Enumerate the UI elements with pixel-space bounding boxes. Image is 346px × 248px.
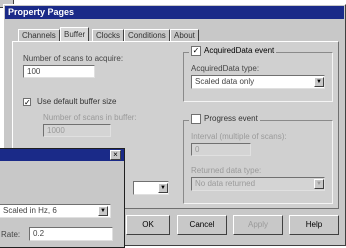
progress-interval-input[interactable]: 0: [191, 143, 251, 156]
progress-type-label: Returned data type:: [191, 166, 262, 175]
tab-label: Buffer: [64, 30, 86, 39]
tab-label: About: [174, 31, 195, 40]
acquired-data-type-label: AcquiredData type:: [191, 64, 260, 73]
acquired-data-group-title: ✓ AcquiredData event: [189, 46, 277, 57]
chevron-down-icon[interactable]: ▼: [314, 77, 324, 87]
tab-buffer[interactable]: Buffer: [60, 27, 90, 42]
scans-in-buffer-label: Number of scans in buffer:: [43, 113, 137, 122]
overlay-rate-label: Rate:: [1, 230, 21, 239]
apply-button[interactable]: Apply: [233, 215, 283, 235]
help-button[interactable]: Help: [289, 215, 339, 235]
overlay-select[interactable]: Scaled in Hz, 6: [0, 204, 111, 218]
tab-label: Clocks: [96, 31, 121, 40]
overlay-select-value: Scaled in Hz, 6: [3, 206, 57, 215]
default-buffer-label: Use default buffer size: [37, 97, 117, 106]
overlay-dialog: × Scaled in Hz, 6 ▼ Rate: 0.2: [0, 148, 125, 248]
scans-label: Number of scans to acquire:: [23, 54, 124, 63]
tab-label: Conditions: [128, 31, 166, 40]
close-icon[interactable]: ×: [110, 150, 121, 160]
chevron-down-icon[interactable]: ▼: [158, 183, 168, 193]
scans-in-buffer-input[interactable]: 1000: [43, 124, 111, 137]
progress-title: Progress event: [204, 114, 258, 124]
acquired-data-checkbox[interactable]: ✓: [191, 46, 201, 56]
acquired-data-type-value: Scaled data only: [195, 77, 255, 86]
scans-to-acquire-input[interactable]: 100: [23, 65, 95, 78]
window-titlebar[interactable]: Property Pages: [5, 6, 344, 19]
progress-checkbox[interactable]: [191, 114, 201, 124]
acquired-data-title: AcquiredData event: [204, 46, 275, 56]
progress-interval-label: Interval (multiple of scans):: [191, 132, 287, 141]
cancel-button[interactable]: Cancel: [177, 215, 227, 235]
window-title: Property Pages: [8, 7, 75, 17]
acquired-data-type-select[interactable]: Scaled data only: [191, 75, 325, 89]
progress-type-value: No data returned: [195, 179, 256, 188]
ok-button[interactable]: OK: [126, 215, 170, 235]
default-buffer-checkbox[interactable]: ✓: [23, 98, 31, 107]
chevron-down-icon[interactable]: ▼: [98, 206, 108, 216]
chevron-down-icon[interactable]: ▼: [314, 179, 324, 189]
overlay-titlebar[interactable]: [0, 149, 124, 161]
tab-label: Channels: [22, 31, 56, 40]
overlay-rate-input[interactable]: 0.2: [29, 227, 113, 241]
progress-type-select[interactable]: No data returned: [191, 177, 325, 191]
progress-group-title: Progress event: [189, 114, 260, 125]
